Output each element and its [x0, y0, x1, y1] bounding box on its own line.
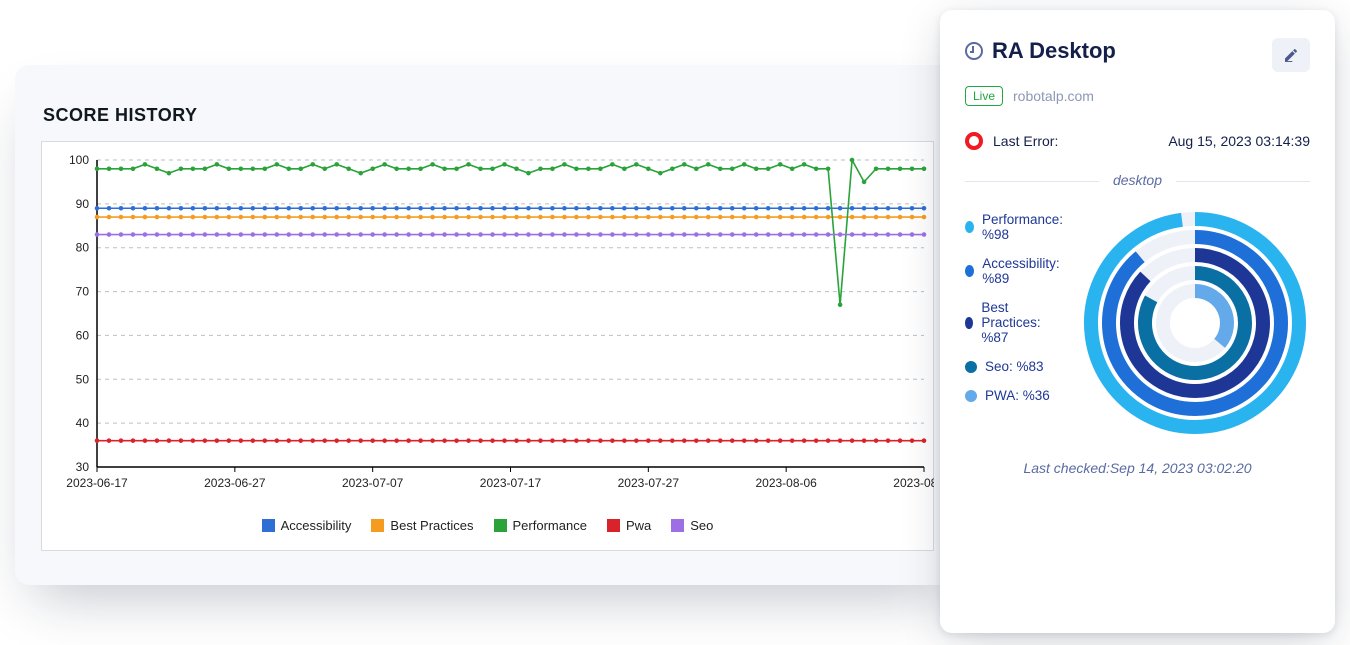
error-status-icon — [965, 132, 983, 150]
svg-text:80: 80 — [76, 241, 90, 255]
pencil-icon — [1283, 47, 1299, 63]
metric-dot — [965, 361, 977, 373]
site-url[interactable]: robotalp.com — [1013, 88, 1094, 104]
live-badge: Live — [965, 86, 1003, 106]
metric-item: Performance: %98 — [965, 212, 1066, 242]
monitor-name: RA Desktop — [992, 38, 1116, 64]
svg-text:40: 40 — [76, 416, 90, 430]
legend-label: Pwa — [626, 518, 651, 533]
metrics-list: Performance: %98 Accessibility: %89 Best P… — [965, 208, 1066, 403]
legend-label: Accessibility — [281, 518, 352, 533]
panel-title: SCORE HISTORY — [43, 105, 960, 126]
legend-item[interactable]: Pwa — [607, 518, 651, 533]
side-header: RA Desktop — [965, 38, 1310, 72]
last-checked: Last checked:Sep 14, 2023 03:02:20 — [965, 460, 1310, 476]
metric-item: Accessibility: %89 — [965, 256, 1066, 286]
line-chart-card: 30 40 50 60 70 80 90 100 2023-06-17 2023-06-27 202… — [41, 141, 934, 551]
metric-label: Accessibility: %89 — [982, 256, 1066, 286]
last-error-label: Last Error: — [993, 133, 1058, 149]
svg-text:50: 50 — [76, 372, 90, 386]
svg-text:30: 30 — [76, 460, 90, 474]
svg-text:2023-07-27: 2023-07-27 — [618, 476, 680, 490]
svg-text:100: 100 — [69, 153, 89, 167]
score-history-panel: SCORE HISTORY 30 40 50 60 70 80 90 100 2023-06-1… — [15, 65, 960, 585]
legend-swatch — [494, 519, 507, 532]
radial-chart-wrap — [1080, 208, 1310, 438]
edit-button[interactable] — [1272, 38, 1310, 72]
site-row: Live robotalp.com — [965, 86, 1310, 106]
metric-dot — [965, 221, 974, 233]
svg-text:2023-08-06: 2023-08-06 — [755, 476, 817, 490]
svg-text:2023-06-17: 2023-06-17 — [66, 476, 128, 490]
legend-label: Best Practices — [390, 518, 473, 533]
legend-swatch — [607, 519, 620, 532]
legend-swatch — [262, 519, 275, 532]
metric-dot — [965, 390, 977, 402]
clock-icon — [965, 42, 983, 60]
svg-text:2023-06-27: 2023-06-27 — [204, 476, 266, 490]
metric-label: Best Practices: %87 — [981, 300, 1066, 345]
last-error-time: Aug 15, 2023 03:14:39 — [1168, 133, 1310, 149]
metric-dot — [965, 317, 973, 329]
svg-text:2023-07-07: 2023-07-07 — [342, 476, 404, 490]
legend-label: Seo — [690, 518, 713, 533]
last-error-row: Last Error: Aug 15, 2023 03:14:39 — [965, 132, 1310, 150]
legend-swatch — [671, 519, 684, 532]
chart-legend: Accessibility Best Practices Performance Pw… — [42, 512, 933, 533]
metric-label: Performance: %98 — [982, 212, 1066, 242]
metric-item: Seo: %83 — [965, 359, 1066, 374]
metric-dot — [965, 265, 974, 277]
svg-text:90: 90 — [76, 197, 90, 211]
svg-text:2023-07-17: 2023-07-17 — [480, 476, 542, 490]
svg-text:70: 70 — [76, 285, 90, 299]
score-history-line-chart[interactable]: 30 40 50 60 70 80 90 100 2023-06-17 2023-06-27 202… — [42, 142, 934, 512]
device-label: desktop — [1099, 172, 1176, 188]
legend-item[interactable]: Accessibility — [262, 518, 352, 533]
legend-item[interactable]: Best Practices — [371, 518, 473, 533]
legend-label: Performance — [513, 518, 587, 533]
metric-label: PWA: %36 — [985, 388, 1050, 403]
svg-text:2023-08-16: 2023-08-16 — [893, 476, 934, 490]
radial-gauge-chart[interactable] — [1080, 208, 1310, 438]
side-title: RA Desktop — [965, 38, 1116, 64]
device-divider: desktop — [965, 172, 1310, 190]
legend-item[interactable]: Seo — [671, 518, 713, 533]
svg-text:60: 60 — [76, 328, 90, 342]
legend-swatch — [371, 519, 384, 532]
metric-label: Seo: %83 — [985, 359, 1044, 374]
monitor-detail-card: RA Desktop Live robotalp.com Last Error:… — [940, 10, 1335, 633]
legend-item[interactable]: Performance — [494, 518, 587, 533]
metric-item: PWA: %36 — [965, 388, 1066, 403]
metric-item: Best Practices: %87 — [965, 300, 1066, 345]
metrics-row: Performance: %98 Accessibility: %89 Best P… — [965, 208, 1310, 438]
